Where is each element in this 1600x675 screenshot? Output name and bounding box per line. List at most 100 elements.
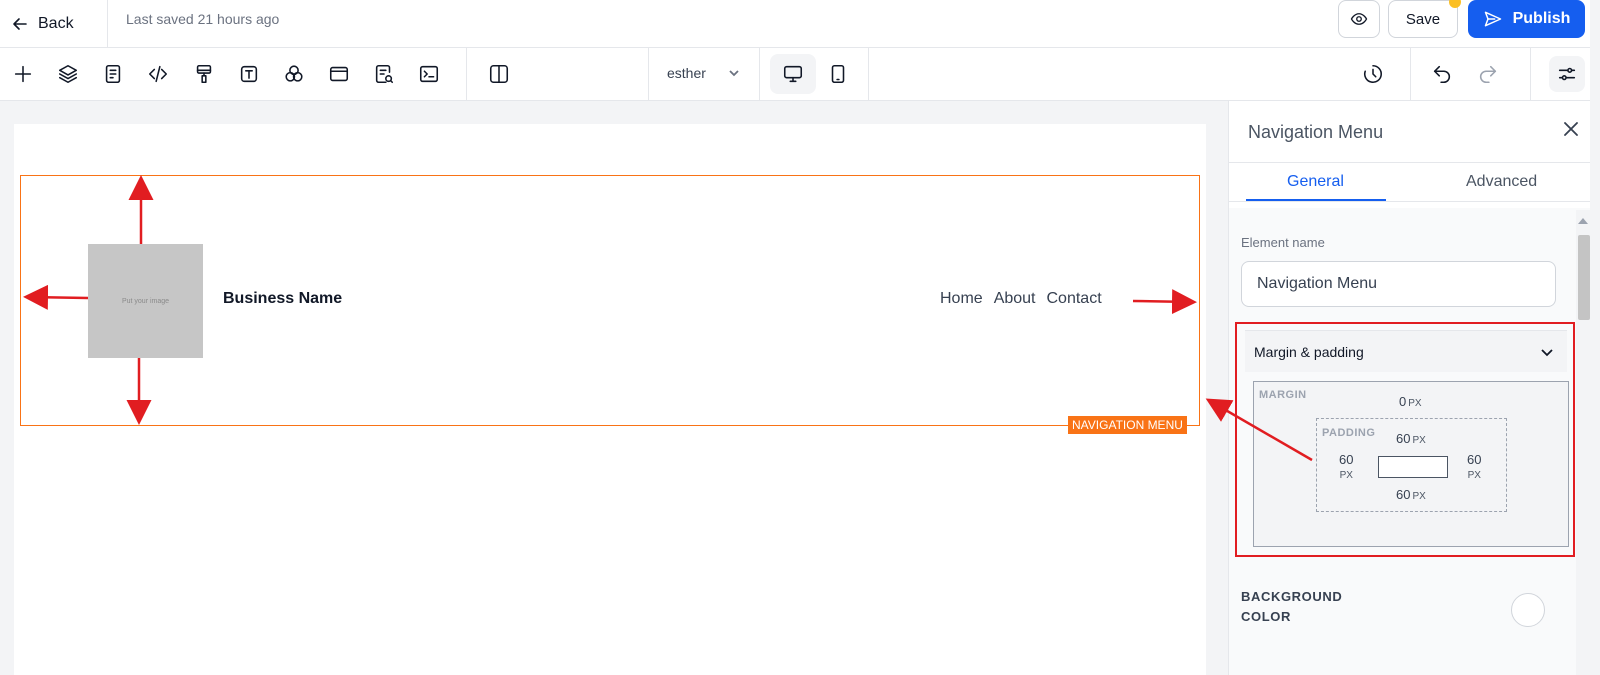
unit-label: PX bbox=[1412, 435, 1426, 446]
scroll-up-arrow-icon[interactable] bbox=[1578, 218, 1588, 224]
browser-window-icon bbox=[329, 66, 349, 82]
padding-right-value[interactable]: 60 PX bbox=[1467, 453, 1481, 483]
last-saved-status: Last saved 21 hours ago bbox=[126, 11, 280, 27]
back-label: Back bbox=[38, 15, 74, 32]
code-icon bbox=[148, 65, 168, 83]
divider bbox=[466, 48, 467, 101]
tab-advanced[interactable]: Advanced bbox=[1466, 173, 1537, 191]
console-button[interactable] bbox=[416, 61, 442, 87]
divider bbox=[759, 48, 760, 101]
publish-label: Publish bbox=[1512, 10, 1571, 27]
section-title: Margin & padding bbox=[1254, 343, 1364, 360]
shapes-button[interactable] bbox=[281, 61, 307, 87]
add-element-button[interactable] bbox=[10, 61, 36, 87]
mobile-view-button[interactable] bbox=[823, 54, 853, 94]
padding-right-number: 60 bbox=[1467, 452, 1482, 467]
version-history-button[interactable] bbox=[1360, 61, 1386, 87]
margin-padding-header[interactable]: Margin & padding bbox=[1245, 330, 1567, 372]
divider bbox=[1229, 162, 1591, 163]
padding-left-number: 60 bbox=[1339, 452, 1354, 467]
logo-image-placeholder[interactable]: Put your image bbox=[88, 244, 203, 358]
unit-label: PX bbox=[1339, 470, 1353, 481]
background-color-swatch[interactable] bbox=[1511, 593, 1545, 627]
element-name-input[interactable]: Navigation Menu bbox=[1241, 261, 1556, 307]
sections-button[interactable] bbox=[326, 61, 352, 87]
margin-editor: MARGIN 0 PX PADDING 60 PX 60 PX 60 PX 60 PX bbox=[1253, 381, 1569, 547]
padding-left-value[interactable]: 60 PX bbox=[1339, 453, 1353, 483]
padding-top-number: 60 bbox=[1396, 431, 1411, 446]
plus-icon bbox=[14, 65, 32, 83]
divider bbox=[868, 48, 869, 101]
chevron-down-icon bbox=[729, 70, 739, 77]
unsaved-indicator-dot bbox=[1449, 0, 1461, 8]
undo-button[interactable] bbox=[1429, 61, 1455, 87]
settings-sliders-icon bbox=[1558, 67, 1576, 81]
padding-top-value[interactable]: 60 PX bbox=[1396, 431, 1426, 446]
desktop-view-button[interactable] bbox=[770, 54, 816, 94]
panel-title: Navigation Menu bbox=[1248, 122, 1384, 142]
image-placeholder-text: Put your image bbox=[121, 297, 170, 305]
margin-label: MARGIN bbox=[1259, 389, 1307, 401]
content-box bbox=[1378, 456, 1448, 478]
preview-button[interactable] bbox=[1338, 0, 1380, 38]
padding-editor: PADDING 60 PX 60 PX 60 PX 60 PX bbox=[1316, 418, 1507, 512]
redo-icon bbox=[1479, 65, 1497, 84]
top-bar: Back Last saved 21 hours ago Save Publis… bbox=[0, 0, 1600, 48]
send-icon bbox=[1484, 11, 1501, 27]
shapes-icon bbox=[285, 65, 303, 82]
paint-roller-icon bbox=[196, 64, 212, 84]
properties-panel: Navigation Menu General Advanced Element… bbox=[1228, 101, 1591, 675]
window-edge bbox=[1590, 0, 1600, 675]
nav-links: Home About Contact bbox=[940, 290, 1102, 308]
split-view-button[interactable] bbox=[486, 61, 512, 87]
page-select[interactable]: esther bbox=[667, 65, 740, 81]
margin-padding-section: Margin & padding MARGIN 0 PX PADDING 60 PX… bbox=[1235, 322, 1575, 557]
split-view-icon bbox=[489, 64, 509, 84]
nav-link-about[interactable]: About bbox=[994, 290, 1036, 308]
desktop-icon bbox=[783, 65, 803, 83]
redo-button[interactable] bbox=[1475, 61, 1501, 87]
layers-icon bbox=[58, 64, 78, 84]
terminal-icon bbox=[419, 65, 439, 83]
padding-bottom-number: 60 bbox=[1396, 487, 1411, 502]
custom-code-button[interactable] bbox=[145, 61, 171, 87]
divider bbox=[1530, 48, 1531, 101]
element-name-label: Element name bbox=[1241, 235, 1325, 250]
eye-icon bbox=[1350, 13, 1368, 25]
save-button[interactable]: Save bbox=[1388, 0, 1458, 38]
divider bbox=[1410, 48, 1411, 101]
business-name[interactable]: Business Name bbox=[223, 290, 342, 308]
styles-button[interactable] bbox=[191, 61, 217, 87]
nav-link-contact[interactable]: Contact bbox=[1047, 290, 1102, 308]
padding-bottom-value[interactable]: 60 PX bbox=[1396, 487, 1426, 502]
layers-button[interactable] bbox=[55, 61, 81, 87]
unit-label: PX bbox=[1412, 491, 1426, 502]
close-panel-button[interactable] bbox=[1562, 120, 1584, 142]
padding-label: PADDING bbox=[1322, 427, 1376, 439]
divider bbox=[1229, 201, 1591, 202]
back-button[interactable]: Back bbox=[12, 8, 74, 40]
publish-button[interactable]: Publish bbox=[1468, 0, 1585, 38]
editor-toolbar: esther bbox=[0, 48, 1590, 101]
unit-label: PX bbox=[1408, 398, 1422, 409]
tab-general[interactable]: General bbox=[1287, 173, 1344, 191]
nav-link-home[interactable]: Home bbox=[940, 290, 983, 308]
seo-button[interactable] bbox=[371, 61, 397, 87]
close-icon bbox=[1564, 122, 1578, 136]
background-color-label: BACKGROUND COLOR bbox=[1241, 589, 1343, 624]
page-select-value: esther bbox=[667, 65, 706, 81]
panel-scrollbar-thumb[interactable] bbox=[1578, 235, 1590, 320]
chevron-down-icon bbox=[1541, 348, 1553, 356]
history-icon bbox=[1363, 64, 1382, 84]
element-type-badge: NAVIGATION MENU bbox=[1068, 416, 1187, 434]
text-button[interactable] bbox=[236, 61, 262, 87]
search-document-icon bbox=[375, 64, 394, 84]
margin-top-value[interactable]: 0 PX bbox=[1399, 394, 1422, 409]
pages-button[interactable] bbox=[100, 61, 126, 87]
page-icon bbox=[105, 64, 121, 84]
divider bbox=[107, 0, 108, 48]
divider bbox=[648, 48, 649, 101]
mobile-icon bbox=[831, 64, 845, 84]
settings-button[interactable] bbox=[1549, 56, 1585, 92]
arrow-left-icon bbox=[13, 18, 27, 30]
